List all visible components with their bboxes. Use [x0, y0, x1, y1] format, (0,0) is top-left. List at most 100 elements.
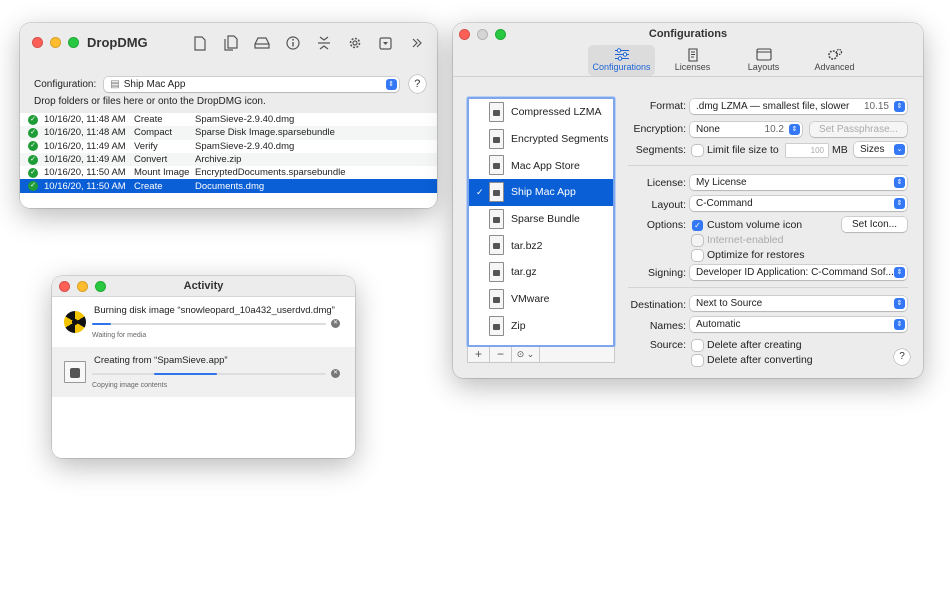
layout-popup[interactable]: C-Command ⇕ [690, 196, 907, 211]
task-name: Burning disk image “snowleopard_10a432_u… [94, 305, 335, 316]
log-table[interactable]: ✓ 10/16/20, 11:48 AM Create SpamSieve-2.9.4… [20, 113, 437, 208]
format-popup[interactable]: .dmg LZMA — smallest file, slower 10.15 … [690, 99, 907, 114]
list-item-label: Encrypted Segments [511, 133, 609, 146]
list-item[interactable]: ✓ Ship Mac App [469, 179, 613, 206]
zoom-button[interactable] [95, 281, 106, 292]
zoom-button[interactable] [495, 29, 506, 40]
list-item[interactable]: tar.gz [469, 259, 613, 286]
table-row[interactable]: ✓ 10/16/20, 11:49 AM Verify SpamSieve-2.9.4… [20, 140, 437, 153]
log-date: 10/16/20, 11:49 AM [44, 140, 126, 152]
toolbar [187, 33, 429, 53]
close-button[interactable] [459, 29, 470, 40]
stop-icon[interactable]: ✕ [331, 369, 340, 378]
minimize-button[interactable] [477, 29, 488, 40]
license-popup[interactable]: My License ⇕ [690, 175, 907, 190]
list-item[interactable]: Zip [469, 313, 613, 340]
help-button[interactable]: ? [408, 75, 426, 93]
limit-file-size-checkbox[interactable]: Limit file size to [692, 144, 779, 156]
more-icon[interactable] [404, 33, 429, 53]
gear-icon[interactable] [342, 33, 367, 53]
checkbox-box [692, 249, 703, 261]
checkbox-label: Internet-enabled [707, 234, 784, 246]
list-item[interactable]: Compressed LZMA [469, 99, 613, 126]
activity-window: Activity Burning disk image “snowleopard… [52, 276, 355, 458]
list-item[interactable]: tar.bz2 [469, 232, 613, 259]
tab-licenses[interactable]: Licenses [659, 45, 726, 76]
disk-icon[interactable] [249, 33, 274, 53]
window-controls [459, 29, 506, 40]
info-icon[interactable] [280, 33, 305, 53]
disk-image-icon [489, 128, 504, 149]
optimize-restores-checkbox[interactable]: Optimize for restores [692, 249, 804, 261]
window-controls [32, 37, 79, 48]
checkbox-box [692, 144, 703, 156]
configuration-list[interactable]: Compressed LZMA Encrypted Segments Mac App… [467, 97, 615, 347]
disk-image-icon [489, 155, 504, 176]
destination-popup[interactable]: Next to Source ⇕ [690, 296, 907, 311]
custom-volume-icon-checkbox[interactable]: ✓ Custom volume icon [692, 219, 802, 231]
close-button[interactable] [32, 37, 43, 48]
checkbox-label: Custom volume icon [707, 219, 803, 231]
delete-after-creating-checkbox[interactable]: Delete after creating [692, 339, 802, 351]
zoom-button[interactable] [68, 37, 79, 48]
minimize-button[interactable] [77, 281, 88, 292]
stop-icon[interactable]: ✕ [331, 319, 340, 328]
list-item[interactable]: Encrypted Segments [469, 126, 613, 153]
activity-task: Burning disk image “snowleopard_10a432_u… [52, 297, 355, 347]
help-button[interactable]: ? [894, 349, 910, 365]
format-version: 10.15 [863, 101, 889, 112]
destination-label: Destination: [630, 299, 686, 311]
new-document-icon[interactable] [187, 33, 212, 53]
configuration-value: Ship Mac App [123, 78, 186, 90]
tab-advanced[interactable]: Advanced [801, 45, 868, 76]
encryption-popup[interactable]: None 10.2 ⇕ [690, 122, 802, 137]
success-check-icon: ✓ [28, 141, 38, 152]
log-action: Mount Image [134, 167, 190, 179]
table-row[interactable]: ✓ 10/16/20, 11:50 AM Create Documents.dmg [20, 179, 437, 193]
tab-layouts[interactable]: Layouts [730, 45, 797, 76]
table-row[interactable]: ✓ 10/16/20, 11:49 AM Convert Archive.zip [20, 152, 437, 167]
dropdown-menu-icon[interactable] [373, 33, 398, 53]
progress-fill [154, 373, 218, 375]
set-icon-button[interactable]: Set Icon... [842, 217, 907, 232]
activity-list: Burning disk image “snowleopard_10a432_u… [52, 297, 355, 458]
minimize-button[interactable] [50, 37, 61, 48]
config-app-icon: ▤ [110, 78, 120, 90]
sizes-popup[interactable]: Sizes ⌄ [854, 142, 907, 157]
popup-arrows-icon: ⇕ [894, 101, 905, 112]
list-item[interactable]: VMware [469, 286, 613, 313]
tab-configurations[interactable]: Configurations [588, 45, 655, 76]
configuration-popup[interactable]: ▤ Ship Mac App ⇕ [104, 76, 399, 92]
list-item[interactable]: Sparse Bundle [469, 206, 613, 233]
documents-icon[interactable] [218, 33, 243, 53]
disk-image-icon [489, 208, 504, 229]
delete-after-converting-checkbox[interactable]: Delete after converting [692, 354, 813, 366]
encryption-version: 10.2 [764, 124, 784, 135]
action-menu-button[interactable]: ⊙ ⌄ [512, 347, 540, 362]
list-item-label: tar.bz2 [511, 239, 543, 252]
add-button[interactable]: + [468, 347, 490, 362]
table-row[interactable]: ✓ 10/16/20, 11:48 AM Compact Sparse Disk Im… [20, 126, 437, 140]
configurations-title: Configurations [648, 28, 728, 40]
tab-label: Layouts [747, 62, 780, 72]
task-status: Waiting for media [92, 332, 147, 339]
segment-size-field[interactable]: 100 [786, 144, 828, 157]
checkbox-label: Limit file size to [707, 144, 779, 156]
names-popup[interactable]: Automatic ⇕ [690, 317, 907, 332]
gears-icon [801, 48, 868, 62]
popup-arrows-icon: ⇕ [894, 298, 905, 309]
close-button[interactable] [59, 281, 70, 292]
window-icon [730, 48, 797, 62]
internet-enabled-checkbox[interactable]: Internet-enabled [692, 234, 783, 246]
list-item[interactable]: Mac App Store [469, 152, 613, 179]
remove-button[interactable]: − [490, 347, 512, 362]
table-row[interactable]: ✓ 10/16/20, 11:50 AM Mount Image EncryptedD… [20, 166, 437, 179]
compress-icon[interactable] [311, 33, 336, 53]
signing-popup[interactable]: Developer ID Application: C-Command Sof.… [690, 265, 907, 280]
progress-fill [92, 323, 111, 325]
set-passphrase-button[interactable]: Set Passphrase... [810, 122, 907, 137]
disk-image-icon [489, 182, 504, 203]
destination-value: Next to Source [696, 298, 763, 309]
disk-image-icon [489, 288, 504, 309]
table-row[interactable]: ✓ 10/16/20, 11:48 AM Create SpamSieve-2.9.4… [20, 113, 437, 126]
